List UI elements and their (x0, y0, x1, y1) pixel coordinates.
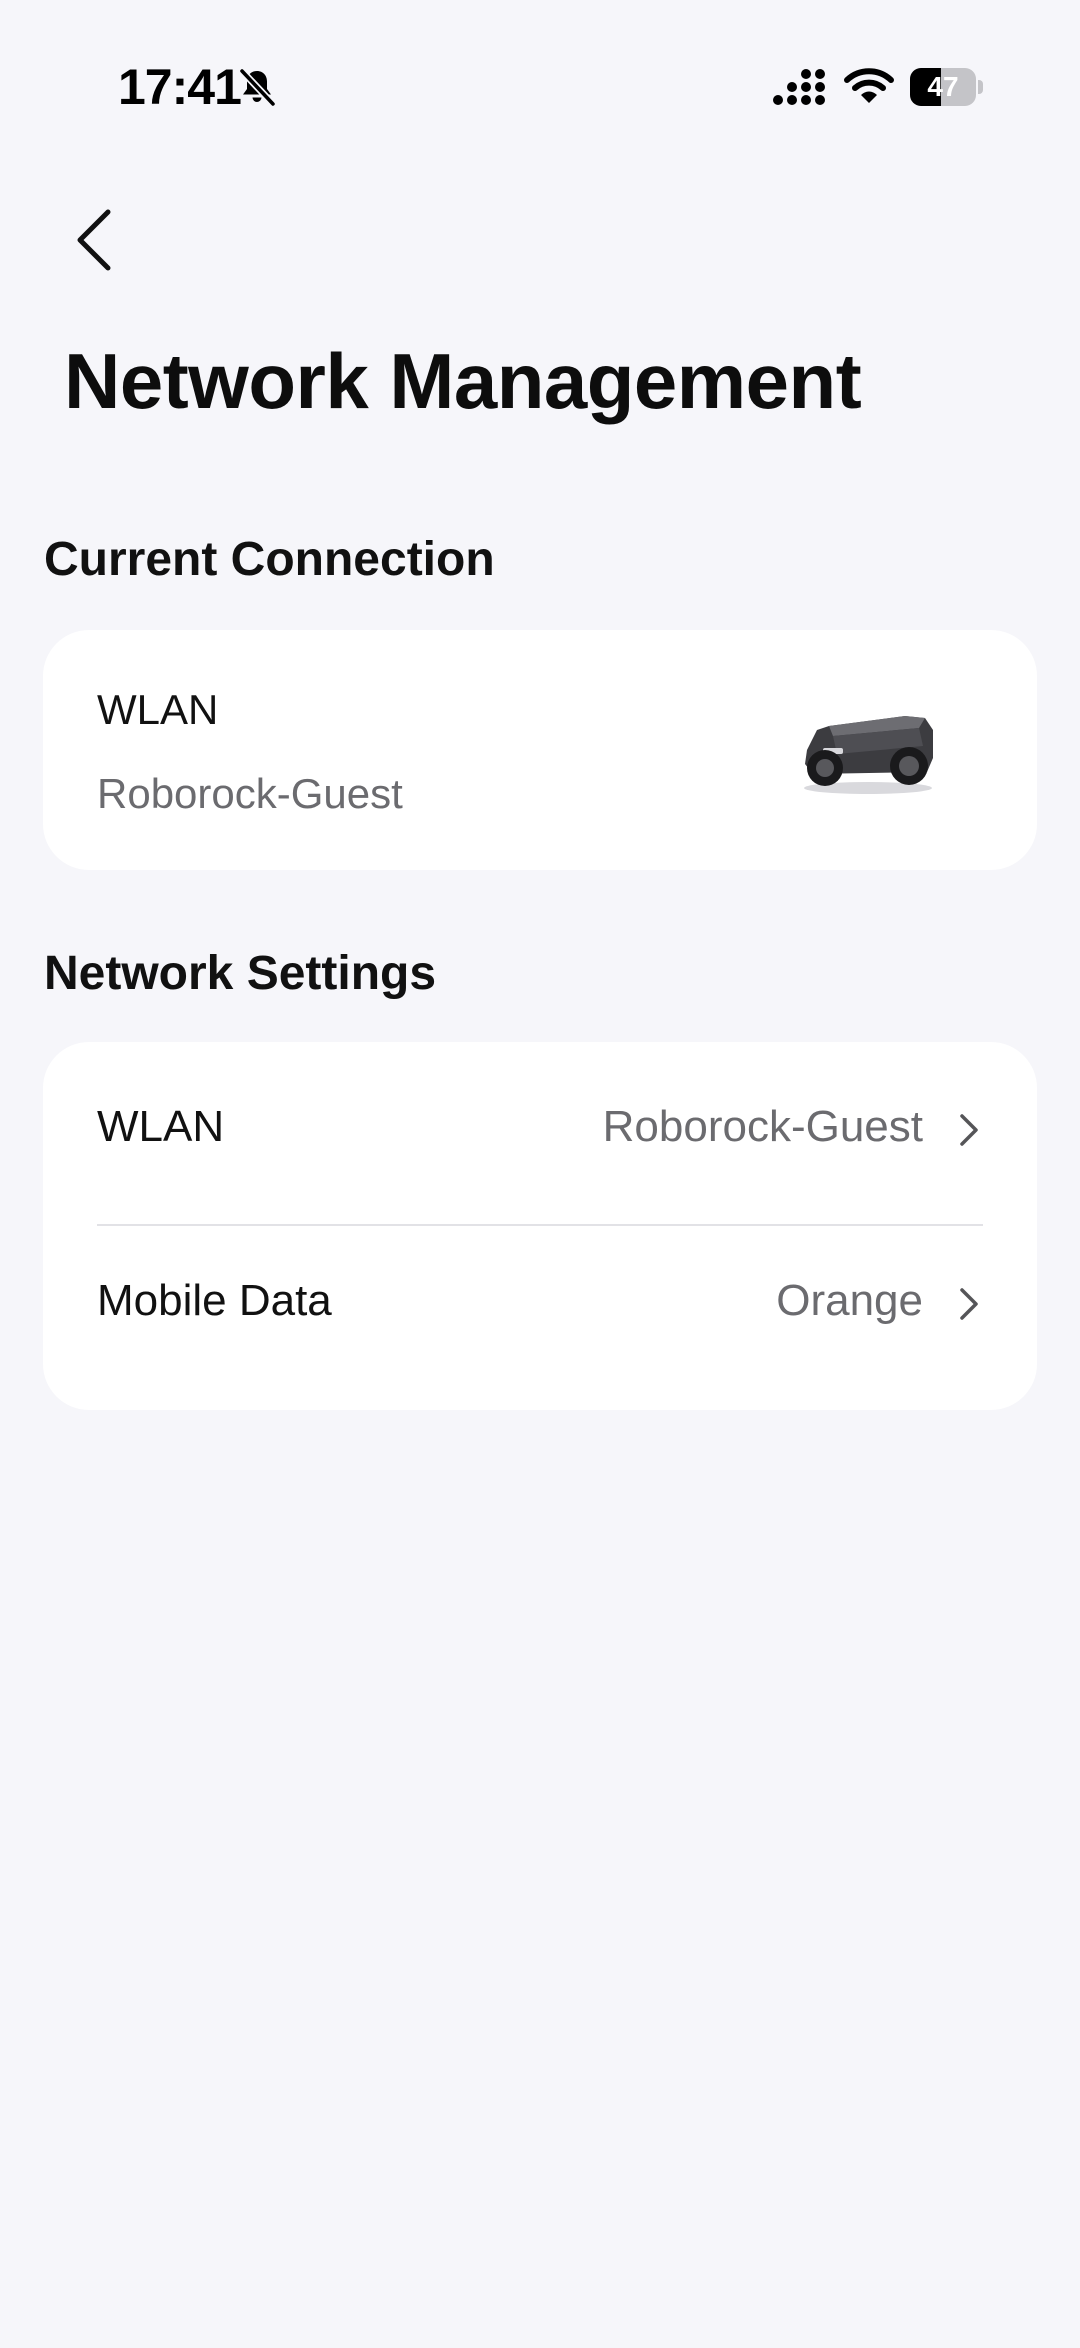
bell-off-icon (238, 67, 277, 108)
wifi-icon (844, 68, 894, 103)
cellular-signal-icon (773, 69, 825, 105)
network-settings-heading: Network Settings (44, 947, 437, 1000)
current-connection-card: WLAN Roborock-Guest (43, 630, 1037, 870)
current-connection-heading: Current Connection (44, 533, 495, 586)
mobile-data-setting-value: Orange (776, 1276, 923, 1325)
battery-level-text: 47 (927, 71, 959, 102)
network-settings-row-mobile-data[interactable]: Mobile Data Orange (43, 1216, 1037, 1390)
page-title: Network Management (64, 337, 862, 425)
status-bar: 17:41 47 (0, 0, 1080, 140)
status-time: 17:41 (118, 59, 242, 115)
wlan-setting-label: WLAN (97, 1102, 225, 1151)
network-settings-card: WLAN Roborock-Guest Mobile Data Orange (43, 1042, 1037, 1410)
battery-icon: 47 (910, 68, 984, 106)
chevron-left-icon (77, 209, 111, 271)
back-button[interactable] (64, 200, 124, 280)
mobile-data-setting-label: Mobile Data (97, 1276, 332, 1325)
chevron-right-icon (960, 1114, 978, 1146)
network-settings-row-wlan[interactable]: WLAN Roborock-Guest (43, 1042, 1037, 1216)
chevron-right-icon (960, 1288, 978, 1320)
current-connection-network: Roborock-Guest (97, 770, 403, 817)
current-connection-type: WLAN (97, 686, 219, 733)
wlan-setting-value: Roborock-Guest (602, 1102, 923, 1151)
robot-mower-image (804, 716, 933, 794)
